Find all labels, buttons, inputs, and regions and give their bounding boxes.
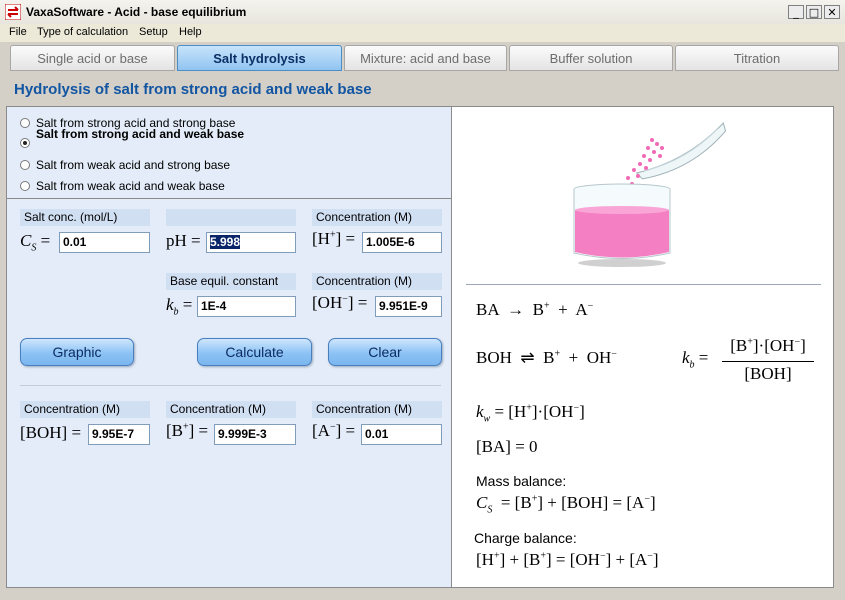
charge-balance-label: Charge balance: bbox=[474, 530, 577, 546]
radio-divider bbox=[7, 198, 451, 199]
cs-symbol: CS = bbox=[20, 231, 51, 254]
radio-button[interactable] bbox=[20, 118, 30, 128]
b-symbol: [B+] = bbox=[166, 421, 209, 440]
ph-value: 5.998 bbox=[210, 235, 241, 249]
radio-label: Salt from weak acid and strong base bbox=[36, 158, 231, 172]
equation-ba-dissociation: BA → B+ + A− bbox=[476, 300, 594, 319]
close-icon[interactable]: ✕ bbox=[824, 5, 840, 19]
fraction-bar bbox=[722, 361, 814, 362]
tab-mixture-acid-and-base[interactable]: Mixture: acid and base bbox=[344, 45, 507, 71]
minimize-icon[interactable]: _ bbox=[788, 5, 804, 19]
kb-input[interactable]: 1E-4 bbox=[197, 296, 296, 317]
menu-setup[interactable]: Setup bbox=[139, 26, 168, 38]
oh-symbol: [OH−] = bbox=[312, 293, 368, 312]
charge-balance-equation: [H+] + [B+] = [OH−] + [A−] bbox=[476, 550, 659, 569]
ph-label-box bbox=[166, 209, 296, 226]
equation-boh-equilibrium: BOH ⇌ B+ + OH− bbox=[476, 348, 617, 367]
b-conc-label: Concentration (M) bbox=[166, 401, 296, 418]
separator bbox=[20, 385, 441, 386]
a-conc-label: Concentration (M) bbox=[312, 401, 442, 418]
tab-buffer-solution[interactable]: Buffer solution bbox=[509, 45, 673, 71]
right-divider bbox=[466, 284, 821, 285]
cs-input[interactable]: 0.01 bbox=[59, 232, 150, 253]
calculate-button[interactable]: Calculate bbox=[197, 338, 312, 366]
oh-conc-label: Concentration (M) bbox=[312, 273, 442, 290]
mass-balance-label: Mass balance: bbox=[476, 473, 567, 489]
radio-button[interactable] bbox=[20, 160, 30, 170]
kb-expression: kb = bbox=[682, 348, 709, 371]
page-title: Hydrolysis of salt from strong acid and … bbox=[14, 81, 372, 98]
radio-button[interactable] bbox=[20, 181, 30, 191]
clear-button[interactable]: Clear bbox=[328, 338, 442, 366]
ph-input[interactable]: 5.998 bbox=[206, 232, 296, 253]
panel-divider bbox=[451, 107, 452, 587]
boh-conc-input[interactable]: 9.95E-7 bbox=[88, 424, 150, 445]
radio-weak-acid-weak-base[interactable]: Salt from weak acid and weak base bbox=[20, 178, 225, 194]
kb-numerator: [B+]·[OH−] bbox=[730, 336, 806, 355]
kw-expression: kw = [H+]·[OH−] bbox=[476, 402, 585, 425]
beaker-illustration bbox=[573, 122, 727, 267]
oh-conc-input[interactable]: 9.951E-9 bbox=[375, 296, 442, 317]
h-symbol: [H+] = bbox=[312, 229, 356, 248]
ba-zero-expression: [BA] = 0 bbox=[476, 437, 538, 456]
menu-file[interactable]: File bbox=[9, 26, 27, 38]
h-conc-input[interactable]: 1.005E-6 bbox=[362, 232, 442, 253]
boh-symbol: [BOH] = bbox=[20, 423, 82, 442]
acid-base-app-icon bbox=[5, 4, 21, 20]
boh-conc-label: Concentration (M) bbox=[20, 401, 150, 418]
tab-single-acid-or-base[interactable]: Single acid or base bbox=[10, 45, 175, 71]
ph-symbol: pH = bbox=[166, 231, 201, 250]
salt-conc-label: Salt conc. (mol/L) bbox=[20, 209, 150, 226]
a-conc-input[interactable]: 0.01 bbox=[361, 424, 442, 445]
radio-button-selected[interactable] bbox=[20, 138, 30, 148]
radio-label: Salt from weak acid and weak base bbox=[36, 179, 225, 193]
b-conc-input[interactable]: 9.999E-3 bbox=[214, 424, 296, 445]
radio-weak-acid-strong-base[interactable]: Salt from weak acid and strong base bbox=[20, 157, 230, 173]
menu-type-of-calculation[interactable]: Type of calculation bbox=[37, 26, 128, 38]
menu-help[interactable]: Help bbox=[179, 26, 202, 38]
tab-titration[interactable]: Titration bbox=[675, 45, 839, 71]
maximize-icon[interactable]: □ bbox=[806, 5, 822, 19]
kb-symbol: kb = bbox=[166, 295, 193, 318]
a-symbol: [A−] = bbox=[312, 421, 356, 440]
base-const-label: Base equil. constant bbox=[166, 273, 296, 290]
kb-denominator: [BOH] bbox=[744, 364, 792, 383]
h-conc-label: Concentration (M) bbox=[312, 209, 442, 226]
tab-salt-hydrolysis[interactable]: Salt hydrolysis bbox=[177, 45, 342, 71]
radio-strong-acid-weak-base[interactable]: Salt from strong acid and weak base bbox=[20, 128, 251, 156]
window-title: VaxaSoftware - Acid - base equilibrium bbox=[26, 5, 247, 19]
mass-balance-equation: CS = [B+] + [BOH] = [A−] bbox=[476, 493, 656, 516]
graphic-button[interactable]: Graphic bbox=[20, 338, 134, 366]
radio-label: Salt from strong acid and weak base bbox=[36, 128, 245, 141]
